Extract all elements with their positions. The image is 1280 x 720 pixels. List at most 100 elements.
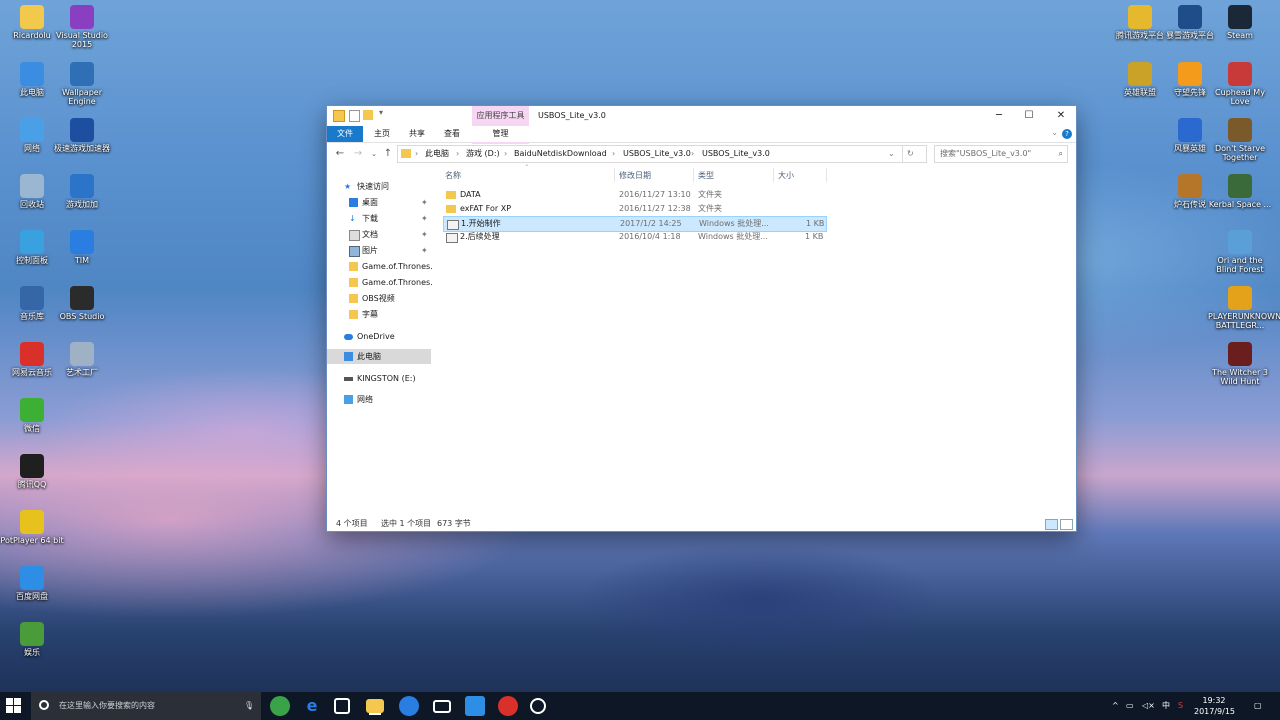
address-dropdown-icon[interactable]: ⌄: [888, 146, 895, 162]
breadcrumb-usbos-2[interactable]: USBOS_Lite_v3.0: [702, 146, 770, 162]
notification-icon[interactable]: ▢: [1254, 692, 1262, 720]
breadcrumb-drive-d[interactable]: 游戏 (D:): [466, 146, 500, 162]
column-header-type[interactable]: 类型: [698, 170, 714, 181]
ribbon-tabs: 文件 主页 共享 查看 管理 ⌄ ?: [327, 126, 1076, 144]
folder-icon: [333, 110, 345, 122]
nav-pictures[interactable]: 图片 ✦: [327, 243, 431, 258]
minimize-button[interactable]: ─: [984, 106, 1014, 126]
pin-icon: ✦: [421, 230, 428, 239]
netease-music-icon[interactable]: [498, 696, 518, 716]
left-desktop-icon-14[interactable]: 微信: [0, 398, 64, 433]
right-desktop-icon-9[interactable]: Kerbal Space ...: [1208, 174, 1272, 209]
nav-obs[interactable]: OBS视频: [327, 291, 431, 306]
details-view-button[interactable]: [1045, 519, 1058, 530]
left-desktop-icon-13[interactable]: 艺术工厂: [50, 342, 114, 377]
breadcrumb-usbos-1[interactable]: USBOS_Lite_v3.0: [623, 146, 691, 162]
nav-network[interactable]: 网络: [327, 392, 431, 407]
left-desktop-icon-11[interactable]: OBS Studio: [50, 286, 114, 321]
tab-share[interactable]: 共享: [402, 126, 432, 142]
right-desktop-icon-7[interactable]: Don't Starve Together: [1208, 118, 1272, 162]
tab-home[interactable]: 主页: [367, 126, 397, 142]
right-desktop-icon-11[interactable]: PLAYERUNKNOWN'S BATTLEGR...: [1208, 286, 1280, 330]
nav-onedrive[interactable]: OneDrive: [327, 329, 431, 344]
file-type: 文件夹: [698, 204, 722, 213]
left-desktop-icon-18[interactable]: 娱乐: [0, 622, 64, 657]
left-desktop-icon-3[interactable]: Wallpaper Engine: [50, 62, 114, 106]
nav-subtitles[interactable]: 字幕: [327, 307, 431, 322]
cortana-icon: [39, 700, 49, 710]
tab-view[interactable]: 查看: [437, 126, 467, 142]
title-bar[interactable]: ▾ 应用程序工具 USBOS_Lite_v3.0 ─ ☐ ✕: [327, 106, 1076, 126]
mail-icon[interactable]: [433, 700, 451, 713]
network-tray-icon[interactable]: ▭: [1126, 692, 1134, 720]
taskbar-app-s-icon[interactable]: [399, 696, 419, 716]
obs-icon[interactable]: [530, 698, 546, 714]
nav-got-1[interactable]: Game.of.Thrones.: [327, 259, 433, 274]
nav-quick-access[interactable]: ★ 快速访问: [327, 179, 431, 194]
store-icon[interactable]: [334, 698, 350, 714]
column-header-name[interactable]: 名称: [445, 170, 461, 181]
table-row[interactable]: DATA 2016/11/27 13:10 文件夹: [443, 188, 825, 202]
app-icon: [70, 342, 94, 366]
column-header-size[interactable]: 大小: [778, 170, 794, 181]
close-button[interactable]: ✕: [1046, 106, 1076, 126]
desktop-icon-label: 百度网盘: [16, 592, 48, 601]
baidu-netdisk-icon[interactable]: [465, 696, 485, 716]
antivirus-tray-icon[interactable]: S: [1178, 692, 1183, 720]
left-desktop-icon-5[interactable]: 极速游戏加速器: [50, 118, 114, 153]
microphone-icon[interactable]: 🎙: [244, 692, 254, 720]
nav-documents[interactable]: 文档 ✦: [327, 227, 431, 242]
new-folder-icon[interactable]: [363, 110, 373, 120]
file-explorer-icon[interactable]: [366, 699, 384, 713]
tab-manage[interactable]: 管理: [472, 126, 529, 144]
sort-up-icon: ˄: [525, 164, 529, 172]
right-desktop-icon-2[interactable]: Steam: [1208, 5, 1272, 40]
clock[interactable]: 19:32 2017/9/15: [1194, 695, 1235, 717]
desktop-icon-label: 腾讯游戏平台: [1116, 31, 1164, 40]
start-button[interactable]: [6, 698, 22, 714]
desktop-icon-label: 暴雪游戏平台: [1166, 31, 1214, 40]
address-field[interactable]: › 此电脑 › 游戏 (D:) › BaiduNetdiskDownload ›…: [397, 145, 927, 163]
taskbar-search[interactable]: 在这里输入你要搜索的内容 🎙: [31, 692, 261, 720]
left-desktop-icon-17[interactable]: 百度网盘: [0, 566, 64, 601]
right-desktop-icon-5[interactable]: Cuphead My Love: [1208, 62, 1272, 106]
table-row[interactable]: 2.后续处理 2016/10/4 1:18 Windows 批处理... 1 KB: [443, 230, 825, 244]
left-desktop-icon-9[interactable]: TIM: [50, 230, 114, 265]
desktop-icon-label: 音乐库: [20, 312, 44, 321]
taskbar-app-green-icon[interactable]: [270, 696, 290, 716]
ime-indicator[interactable]: 中: [1162, 692, 1170, 720]
properties-icon[interactable]: [349, 110, 360, 122]
nav-desktop[interactable]: 桌面 ✦: [327, 195, 431, 210]
table-row[interactable]: exFAT For XP 2016/11/27 12:38 文件夹: [443, 202, 825, 216]
back-button[interactable]: ←: [333, 147, 347, 161]
breadcrumb-this-pc[interactable]: 此电脑: [425, 146, 449, 162]
large-icons-view-button[interactable]: [1060, 519, 1073, 530]
show-hidden-icons[interactable]: ^: [1112, 692, 1119, 720]
left-desktop-icon-16[interactable]: PotPlayer 64 bit: [0, 510, 64, 545]
left-desktop-icon-7[interactable]: 游戏加加: [50, 174, 114, 209]
search-input[interactable]: 搜索"USBOS_Lite_v3.0" ⌕: [934, 145, 1068, 163]
breadcrumb-baidu[interactable]: BaiduNetdiskDownload: [514, 146, 607, 162]
nav-downloads[interactable]: ↓ 下载 ✦: [327, 211, 431, 226]
up-button[interactable]: ↑: [381, 147, 395, 161]
volume-icon[interactable]: ◁×: [1142, 692, 1155, 720]
qat-dropdown-icon[interactable]: ▾: [379, 108, 383, 117]
tab-file[interactable]: 文件: [327, 126, 363, 142]
refresh-icon[interactable]: ↻: [902, 146, 914, 162]
nav-got-2[interactable]: Game.of.Thrones.: [327, 275, 433, 290]
left-desktop-icon-15[interactable]: 腾讯QQ: [0, 454, 64, 489]
expand-ribbon-icon[interactable]: ⌄: [1051, 128, 1058, 137]
desktop-icon-label: 风暴英雄: [1174, 144, 1206, 153]
nav-this-pc[interactable]: 此电脑: [327, 349, 431, 364]
column-header-modified[interactable]: 修改日期: [619, 170, 651, 181]
edge-icon[interactable]: e: [302, 696, 322, 716]
right-desktop-icon-12[interactable]: The Witcher 3 Wild Hunt: [1208, 342, 1272, 386]
maximize-button[interactable]: ☐: [1014, 106, 1044, 126]
forward-button[interactable]: →: [351, 147, 365, 161]
app-icon: [20, 342, 44, 366]
left-desktop-icon-1[interactable]: Visual Studio 2015: [50, 5, 114, 49]
help-icon[interactable]: ?: [1062, 129, 1072, 139]
right-desktop-icon-10[interactable]: Ori and the Blind Forest: [1208, 230, 1272, 274]
recent-dropdown-icon[interactable]: ⌄: [367, 147, 381, 161]
nav-kingston[interactable]: KINGSTON (E:): [327, 371, 431, 386]
